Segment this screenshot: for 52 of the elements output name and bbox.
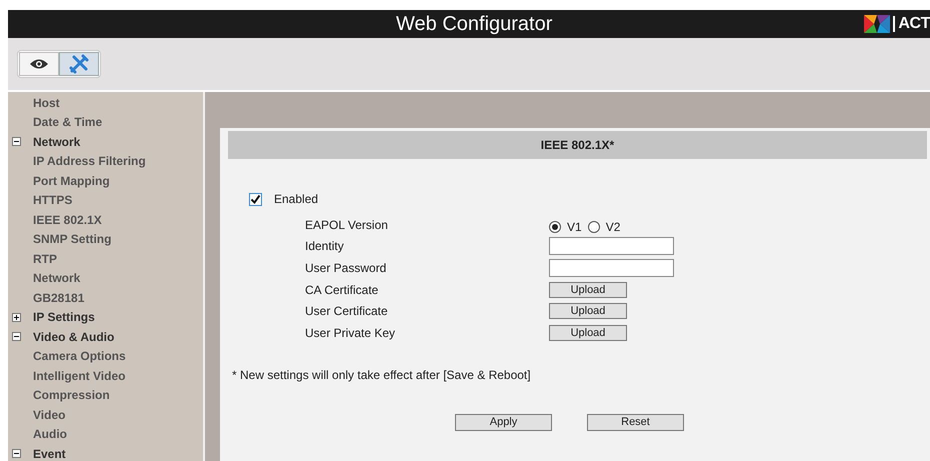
- enabled-label: Enabled: [274, 191, 318, 208]
- option-label: V2: [606, 218, 620, 236]
- sidebar-item[interactable]: Port Mapping: [33, 172, 110, 190]
- sidebar-item[interactable]: IEEE 802.1X: [33, 210, 102, 229]
- sidebar-item[interactable]: Date & Time: [33, 113, 102, 132]
- collapse-icon[interactable]: [12, 449, 21, 458]
- upload-button[interactable]: Upload: [549, 303, 627, 320]
- tools-icon: [69, 54, 89, 74]
- reset-button[interactable]: Reset: [587, 414, 684, 431]
- sidebar-item[interactable]: Video & Audio: [33, 328, 114, 346]
- sidebar-item[interactable]: Host: [33, 94, 60, 112]
- expand-icon[interactable]: [12, 312, 21, 322]
- radio-button[interactable]: [549, 220, 561, 233]
- option-label: V1: [567, 218, 582, 236]
- sidebar-item[interactable]: Audio: [33, 425, 67, 444]
- upload-button[interactable]: Upload: [549, 282, 627, 298]
- field-label: User Certificate: [305, 303, 389, 320]
- window-title: Web Configurator: [396, 12, 552, 37]
- sidebar-item[interactable]: SNMP Setting: [33, 230, 112, 248]
- apply-button[interactable]: Apply: [455, 414, 552, 431]
- sidebar-item[interactable]: HTTPS: [33, 191, 72, 210]
- collapse-icon[interactable]: [12, 137, 21, 146]
- sidebar-item[interactable]: Camera Options: [33, 347, 126, 366]
- sidebar-item[interactable]: Event: [33, 444, 66, 461]
- logo-text: ACT: [898, 15, 930, 33]
- input-field[interactable]: [549, 258, 674, 277]
- sidebar-item[interactable]: Video: [33, 406, 66, 424]
- sidebar-item[interactable]: Intelligent Video: [33, 366, 126, 385]
- sidebar-item[interactable]: IP Address Filtering: [33, 152, 146, 170]
- upload-button[interactable]: Upload: [549, 324, 627, 341]
- field-label: User Private Key: [305, 324, 396, 342]
- sidebar-item[interactable]: Network: [33, 269, 80, 288]
- view-button[interactable]: [19, 52, 59, 76]
- panel-title: IEEE 802.1X*: [228, 131, 927, 159]
- sidebar-item[interactable]: IP Settings: [33, 308, 95, 326]
- collapse-icon[interactable]: [12, 332, 21, 342]
- separator: [893, 16, 896, 32]
- eye-icon: [29, 58, 49, 70]
- field-label: EAPOL Version: [305, 216, 389, 234]
- radio-button[interactable]: [588, 220, 600, 233]
- logo-icon: [864, 15, 890, 33]
- note-text: * New settings will only take effect after [Save & Reboot]: [231, 366, 532, 384]
- check-icon: [250, 194, 261, 204]
- sidebar-item[interactable]: RTP: [33, 250, 57, 268]
- checkbox[interactable]: [249, 192, 262, 206]
- input-field[interactable]: [549, 237, 674, 256]
- field-label: User Password: [305, 260, 388, 277]
- sidebar-item[interactable]: Compression: [33, 386, 110, 404]
- field-label: Identity: [305, 238, 345, 256]
- sidebar-item[interactable]: Network: [33, 132, 80, 151]
- field-label: CA Certificate: [305, 282, 380, 299]
- sidebar-item[interactable]: GB28181: [33, 288, 84, 307]
